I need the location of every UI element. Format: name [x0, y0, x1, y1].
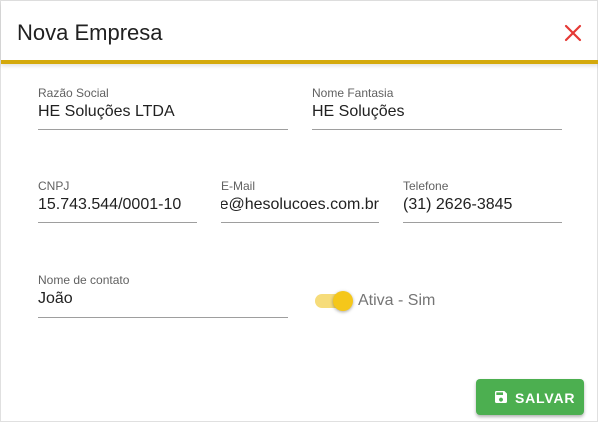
- save-button-label: SALVAR: [515, 390, 576, 406]
- cnpj-label: CNPJ: [38, 179, 70, 193]
- razao-social-field[interactable]: Razão Social HE Soluções LTDA: [38, 86, 288, 130]
- save-icon: [495, 391, 507, 403]
- dialog-header: Nova Empresa: [1, 1, 598, 64]
- email-field[interactable]: E-Mail e@hesolucoes.com.br: [221, 179, 379, 223]
- email-label: E-Mail: [221, 179, 256, 193]
- cnpj-field[interactable]: CNPJ 15.743.544/0001-10: [38, 179, 197, 223]
- email-input[interactable]: e@hesolucoes.com.br: [221, 196, 379, 214]
- dialog-title: Nova Empresa: [17, 20, 163, 45]
- nome-fantasia-input[interactable]: HE Soluções: [312, 103, 405, 121]
- telefone-input[interactable]: (31) 2626-3845: [403, 196, 512, 214]
- new-company-dialog: Nova Empresa Razão Social HE Soluções LT…: [0, 0, 598, 422]
- save-button[interactable]: SALVAR: [476, 379, 584, 415]
- ativa-toggle[interactable]: [313, 289, 353, 313]
- close-icon: [564, 24, 582, 42]
- razao-social-label: Razão Social: [38, 86, 109, 100]
- nome-fantasia-field[interactable]: Nome Fantasia HE Soluções: [312, 86, 562, 130]
- nome-contato-field[interactable]: Nome de contato João: [38, 273, 288, 318]
- razao-social-input[interactable]: HE Soluções LTDA: [38, 103, 175, 121]
- telefone-label: Telefone: [403, 179, 449, 193]
- ativa-toggle-label: Ativa - Sim: [358, 292, 436, 309]
- nome-contato-label: Nome de contato: [38, 273, 130, 287]
- toggle-thumb: [333, 291, 353, 311]
- telefone-field[interactable]: Telefone (31) 2626-3845: [403, 179, 562, 223]
- nome-contato-input[interactable]: João: [38, 290, 73, 308]
- cnpj-input[interactable]: 15.743.544/0001-10: [38, 196, 181, 214]
- close-button[interactable]: [561, 21, 585, 45]
- nome-fantasia-label: Nome Fantasia: [312, 86, 394, 100]
